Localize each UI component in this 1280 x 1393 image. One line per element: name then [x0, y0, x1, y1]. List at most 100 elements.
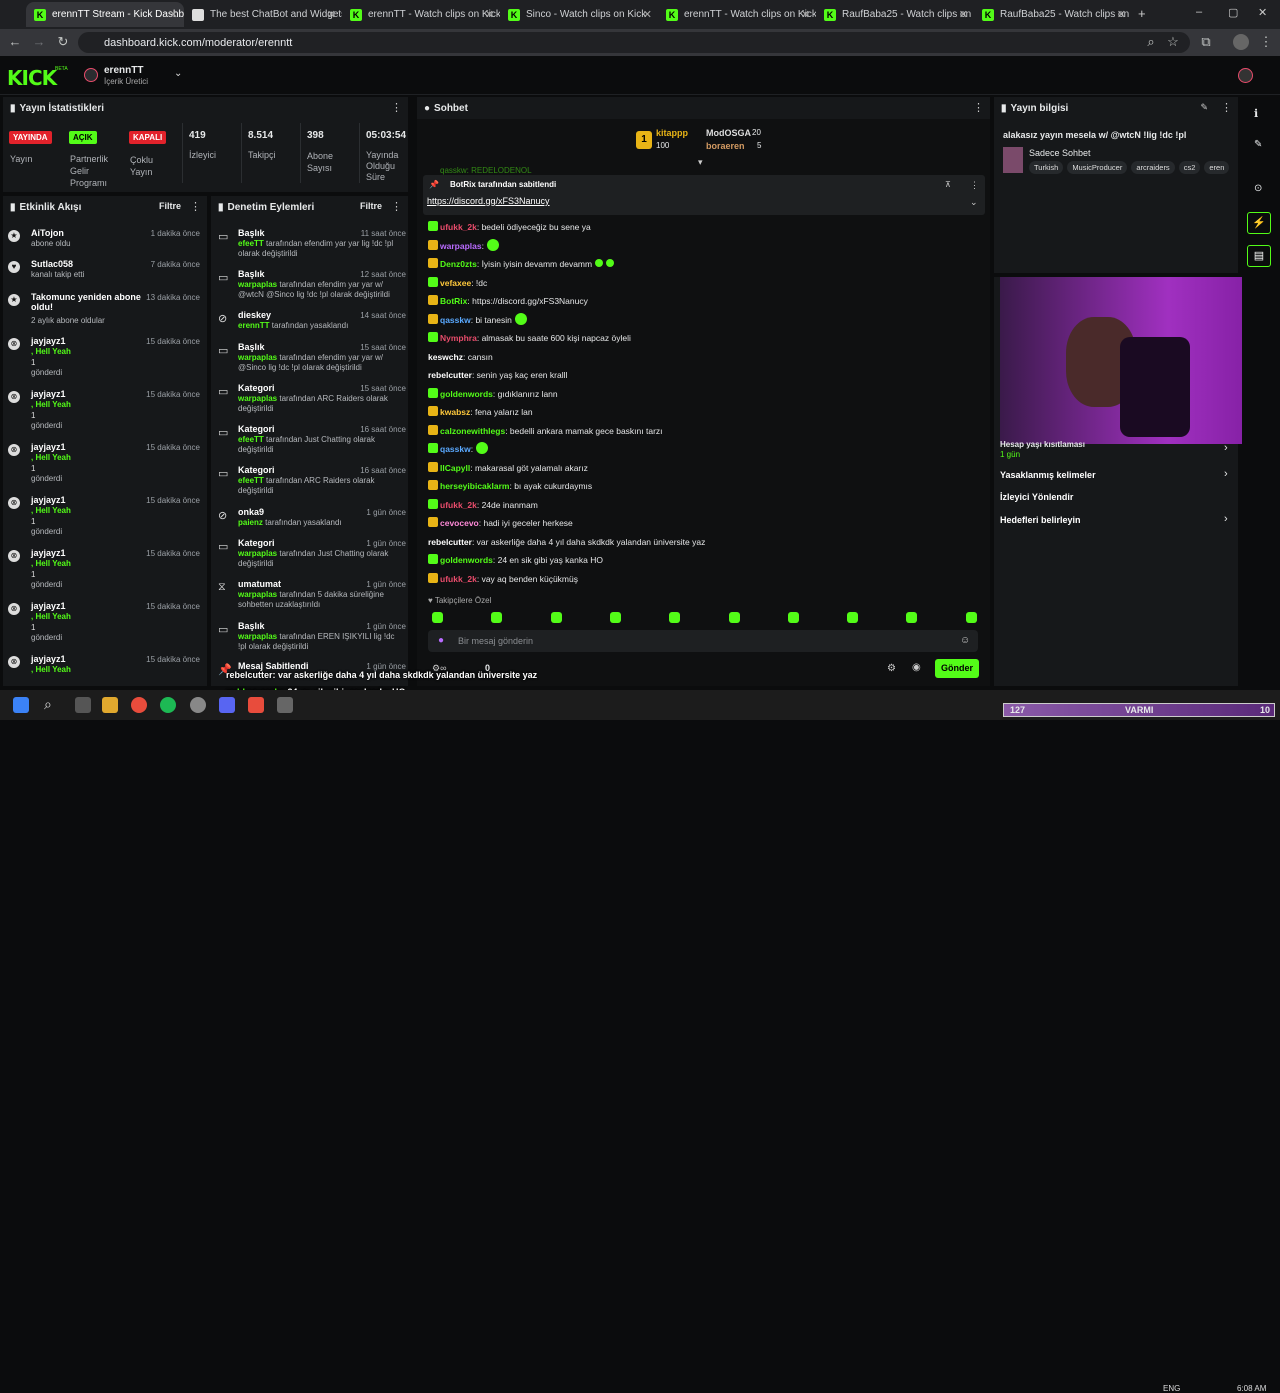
chat-message[interactable]: qasskw: bi tanesin — [428, 312, 527, 327]
chat-username[interactable]: IlCapyll — [440, 463, 470, 473]
chevron-right-icon[interactable]: › — [1224, 468, 1228, 480]
user-avatar[interactable] — [1238, 68, 1253, 83]
tab-kick-dashboard[interactable]: KerennTT Stream - Kick Dashboard✕ — [26, 2, 184, 27]
banned-words-link[interactable]: Yasaklanmış kelimeler — [1000, 470, 1096, 480]
close-tab-icon[interactable]: ✕ — [169, 8, 178, 21]
kick-logo[interactable]: KICK — [7, 66, 57, 90]
back-icon[interactable]: ← — [7, 34, 23, 50]
chat-username[interactable]: warpaplas — [440, 241, 482, 251]
chevron-right-icon[interactable]: › — [1224, 513, 1228, 525]
language-indicator[interactable]: ENG — [1163, 1384, 1180, 1393]
chat-message[interactable]: kwabsz: fena yalarız lan — [428, 405, 533, 419]
chat-message[interactable]: herseyibicaklarm: bı ayak cukurdaymıs — [428, 479, 592, 493]
close-tab-icon[interactable]: ✕ — [485, 8, 494, 21]
channel-switch-chevron-icon[interactable]: ⌄ — [174, 68, 182, 79]
chat-message[interactable]: cevocevo: hadi iyi geceler herkese — [428, 516, 573, 530]
chat-message[interactable]: ufukk_2k: vay aq benden küçükmüş — [428, 572, 578, 586]
target-icon[interactable]: ⊙ — [1254, 183, 1262, 194]
emote-icon[interactable] — [729, 612, 740, 623]
collapse-leaderboard-icon[interactable]: ▾ — [698, 157, 703, 168]
unpin-icon[interactable]: ⊼ — [945, 180, 951, 189]
moderation-filter-button[interactable]: Filtre — [360, 201, 382, 211]
close-tab-icon[interactable]: ✕ — [801, 8, 810, 21]
chat-username[interactable]: keswchz — [428, 352, 463, 362]
set-goals-link[interactable]: Hedefleri belirleyin — [1000, 515, 1081, 525]
tab-clips-erenntt-2[interactable]: KerennTT - Watch clips on Kick ✕ — [658, 2, 816, 27]
emote-icon[interactable] — [906, 612, 917, 623]
chat-username[interactable]: Denz0zts — [440, 259, 477, 269]
chat-message[interactable]: Denz0zts: İyisin iyisin devamm devamm — [428, 257, 615, 271]
chat-username[interactable]: rebelcutter — [428, 537, 472, 547]
emote-icon[interactable] — [847, 612, 858, 623]
info-circle-icon[interactable]: ℹ — [1254, 107, 1258, 120]
close-window-icon[interactable]: ✕ — [1258, 6, 1267, 19]
chat-username[interactable]: ufukk_2k — [440, 500, 477, 510]
close-tab-icon[interactable]: ✕ — [643, 8, 652, 21]
forward-icon[interactable]: → — [31, 34, 47, 50]
chat-message[interactable]: ufukk_2k: bedeli ödiyeceğiz bu sene ya — [428, 220, 591, 234]
leader1-name[interactable]: kitappp — [656, 128, 688, 138]
tab-clips-raufbaba-2[interactable]: KRaufBaba25 - Watch clips on Kick✕ — [974, 2, 1132, 27]
tab-clips-raufbaba[interactable]: KRaufBaba25 - Watch clips on Kick✕ — [816, 2, 974, 27]
task-view-icon[interactable] — [75, 697, 91, 713]
clock[interactable]: 6:08 AM — [1237, 1384, 1266, 1393]
chat-message[interactable]: goldenwords: gıdıklanırız lann — [428, 387, 558, 401]
zoom-icon[interactable]: ⌕ — [1143, 34, 1159, 50]
lightning-icon[interactable]: ⚡ — [1247, 212, 1271, 234]
chat-username[interactable]: ufukk_2k — [440, 222, 477, 232]
expand-pinned-chevron-icon[interactable]: ⌄ — [970, 197, 978, 208]
steam-icon[interactable] — [190, 697, 206, 713]
activity-menu-icon[interactable]: ⋮ — [190, 200, 201, 213]
tab-clips-erenntt[interactable]: KerennTT - Watch clips on Kick ✕ — [342, 2, 500, 27]
chat-username[interactable]: herseyibicaklarm — [440, 481, 509, 491]
minimize-icon[interactable]: – — [1196, 6, 1202, 18]
emote-icon[interactable] — [788, 612, 799, 623]
chat-message[interactable]: Nymphra: almasak bu saate 600 kişi napca… — [428, 331, 631, 345]
chat-username[interactable]: goldenwords — [440, 555, 493, 565]
chat-message[interactable]: goldenwords: 24 en sik gibi yaş kanka HO — [428, 553, 603, 567]
tab-botrix[interactable]: The best ChatBot and Widgets ✕ — [184, 2, 342, 27]
chat-message[interactable]: IlCapyll: makarasal göt yalamalı akarız — [428, 461, 588, 475]
chat-input[interactable]: ● Bir mesaj gönderin ☺ — [428, 630, 978, 652]
chat-username[interactable]: kwabsz — [440, 407, 470, 417]
profile-avatar[interactable] — [1233, 34, 1249, 50]
close-tab-icon[interactable]: ✕ — [959, 8, 968, 21]
chat-username[interactable]: rebelcutter — [428, 370, 472, 380]
chat-username[interactable]: vefaxee — [440, 278, 471, 288]
chat-username[interactable]: goldenwords — [440, 389, 493, 399]
browser-menu-icon[interactable]: ⋮ — [1258, 34, 1274, 50]
emote-picker-icon[interactable]: ◉ — [912, 662, 921, 673]
chat-message[interactable]: rebelcutter: var askerliğe daha 4 yıl da… — [428, 535, 705, 549]
spotify-icon[interactable] — [160, 697, 176, 713]
send-button[interactable]: Gönder — [935, 659, 979, 678]
chat-message[interactable]: vefaxee: !dc — [428, 276, 487, 290]
chat-message[interactable]: qasskw: — [428, 442, 489, 456]
chat-username[interactable]: BotRix — [440, 296, 467, 306]
search-icon[interactable]: ⌕ — [44, 696, 52, 713]
pinned-menu-icon[interactable]: ⋮ — [970, 180, 979, 191]
chat-username[interactable]: ufukk_2k — [440, 574, 477, 584]
new-tab-icon[interactable]: + — [1138, 6, 1146, 21]
chat-menu-icon[interactable]: ⋮ — [973, 101, 984, 114]
account-age-label[interactable]: Hesap yaşı kısıtlaması — [1000, 440, 1085, 449]
stats-menu-icon[interactable]: ⋮ — [391, 101, 402, 114]
chat-message[interactable]: BotRix: https://discord.gg/xFS3Nanucy — [428, 294, 588, 308]
chat-message[interactable]: rebelcutter: senin yaş kaç eren kralll — [428, 368, 567, 382]
bookmark-star-icon[interactable]: ☆ — [1165, 34, 1181, 50]
chat-message[interactable]: ufukk_2k: 24de inanmam — [428, 498, 538, 512]
chat-message[interactable]: calzonewithlegs: bedelli ankara mamak ge… — [428, 424, 663, 438]
emoji-icon[interactable]: ☺ — [960, 635, 970, 646]
discord-icon[interactable] — [219, 697, 235, 713]
chat-username[interactable]: calzonewithlegs — [440, 426, 505, 436]
edit-info-icon[interactable]: ✎ — [1200, 102, 1208, 113]
chat-username[interactable]: Nymphra — [440, 333, 477, 343]
chat-username[interactable]: qasskw — [440, 444, 471, 454]
tab-clips-sinco[interactable]: K Sinco - Watch clips on Kick ✕ — [500, 2, 658, 27]
emote-icon[interactable] — [669, 612, 680, 623]
emote-icon[interactable] — [551, 612, 562, 623]
raid-link[interactable]: İzleyici Yönlendir — [1000, 492, 1073, 502]
pencil-icon[interactable]: ✎ — [1254, 139, 1262, 150]
close-tab-icon[interactable]: ✕ — [1117, 8, 1126, 21]
leader3-name[interactable]: boraeren — [706, 141, 745, 151]
close-tab-icon[interactable]: ✕ — [327, 8, 336, 21]
